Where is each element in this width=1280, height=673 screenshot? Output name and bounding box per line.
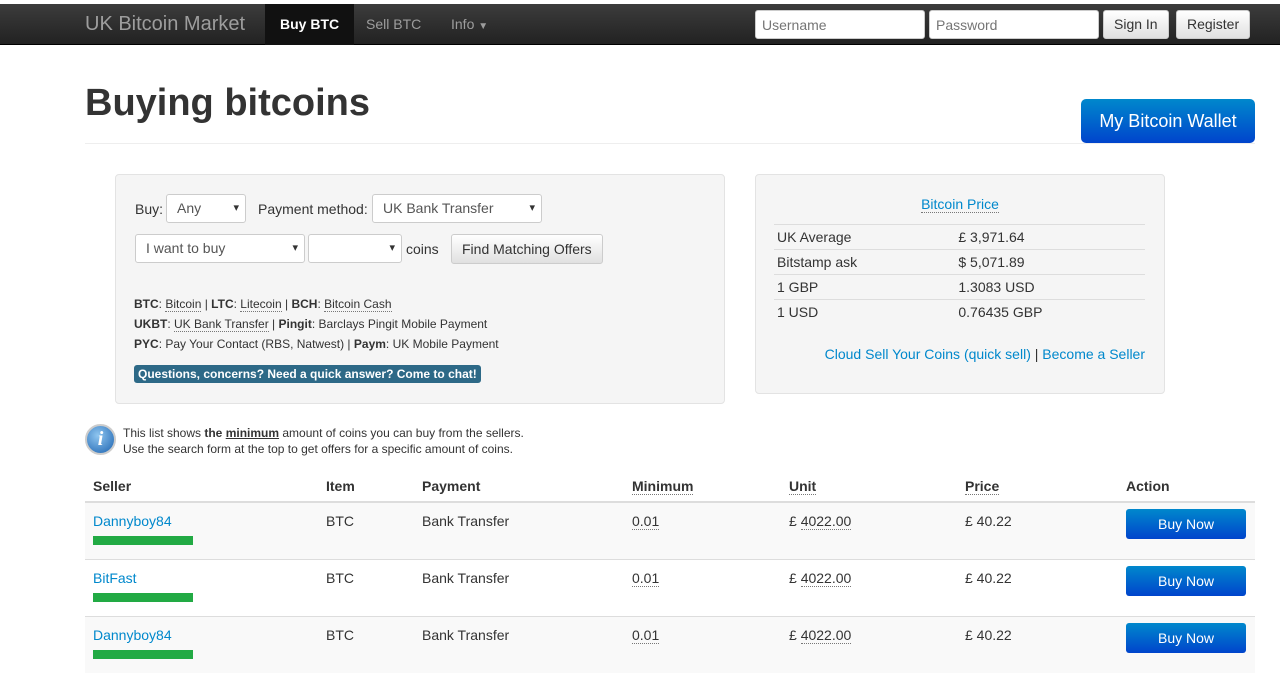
become-seller-link[interactable]: Become a Seller <box>1042 346 1145 362</box>
cloud-sell-link[interactable]: Cloud Sell Your Coins (quick sell) <box>825 346 1031 362</box>
coin-select[interactable]: Any <box>166 194 246 223</box>
page-title: Buying bitcoins <box>85 82 370 124</box>
price-row: 1 USD 0.76435 GBP <box>774 299 1145 325</box>
legend-line-1: BTC: Bitcoin | LTC: Litecoin | BCH: Bitc… <box>134 297 392 312</box>
payment-label: Payment method: <box>258 201 368 217</box>
separator: | <box>1034 346 1039 362</box>
table-row: BitFast BTC Bank Transfer 0.01 £ 4022.00… <box>85 558 1255 616</box>
seller-link[interactable]: Dannyboy84 <box>93 627 172 643</box>
seller-link[interactable]: Dannyboy84 <box>93 513 172 529</box>
seller-rating-bar <box>93 592 193 602</box>
table-row: Dannyboy84 BTC Bank Transfer 0.01 £ 4022… <box>85 501 1255 559</box>
my-bitcoin-wallet-button[interactable]: My Bitcoin Wallet <box>1081 99 1255 143</box>
price-table: UK Average £ 3,971.64 Bitstamp ask $ 5,071… <box>774 224 1145 325</box>
register-button[interactable]: Register <box>1176 10 1251 39</box>
offers-table: Seller Item Payment Minimum Unit Price A… <box>85 470 1255 673</box>
table-row: Dannyboy84 BTC Bank Transfer 0.01 £ 4022… <box>85 615 1255 673</box>
price: £ 40.22 <box>957 501 1118 559</box>
payment: Bank Transfer <box>414 558 624 616</box>
coins-label: coins <box>406 241 439 257</box>
navbar: UK Bitcoin Market Buy BTC Sell BTC Info … <box>0 4 1280 45</box>
amount-input[interactable] <box>308 234 402 263</box>
brand-logo[interactable]: UK Bitcoin Market <box>85 13 245 36</box>
find-matching-offers-button[interactable]: Find Matching Offers <box>451 234 603 264</box>
minimum: 0.01 <box>632 513 660 530</box>
payment: Bank Transfer <box>414 501 624 559</box>
buy-now-button[interactable]: Buy Now <box>1126 509 1246 539</box>
mode-select[interactable]: I want to buy <box>135 234 305 263</box>
buy-now-button[interactable]: Buy Now <box>1126 565 1246 596</box>
item: BTC <box>318 615 414 673</box>
unit-price: 4022.00 <box>800 626 852 644</box>
unit-price: 4022.00 <box>800 513 852 530</box>
payment: Bank Transfer <box>414 615 624 673</box>
seller-link[interactable]: BitFast <box>93 570 137 586</box>
price-row: 1 GBP 1.3083 USD <box>774 274 1145 300</box>
minimum: 0.01 <box>632 569 660 587</box>
search-panel: Buy: Any Payment method: UK Bank Transfe… <box>115 174 725 404</box>
legend-line-3: PYC: Pay Your Contact (RBS, Natwest) | P… <box>134 337 499 351</box>
bitcoin-price-link[interactable]: Bitcoin Price <box>921 196 999 213</box>
nav-buy-btc[interactable]: Buy BTC <box>265 4 355 45</box>
price-panel: Bitcoin Price UK Average £ 3,971.64 Bitst… <box>755 174 1165 394</box>
sign-in-button[interactable]: Sign In <box>1103 10 1169 39</box>
seller-rating-bar <box>93 649 193 659</box>
chat-link[interactable]: Questions, concerns? Need a quick answer… <box>134 365 481 383</box>
username-input[interactable] <box>755 10 925 39</box>
seller-rating-bar <box>93 536 193 545</box>
payment-method-select[interactable]: UK Bank Transfer <box>372 194 542 223</box>
item: BTC <box>318 558 414 616</box>
nav-info[interactable]: Info ▼ <box>436 4 503 45</box>
nav-info-label: Info <box>451 16 475 32</box>
buy-now-button[interactable]: Buy Now <box>1126 622 1246 653</box>
legend-line-2: UKBT: UK Bank Transfer | Pingit: Barclay… <box>134 317 488 332</box>
unit-price: 4022.00 <box>800 569 852 587</box>
minimum: 0.01 <box>632 626 660 644</box>
password-input[interactable] <box>929 10 1099 39</box>
buy-label: Buy: <box>135 201 164 217</box>
caret-down-icon: ▼ <box>478 21 489 32</box>
price: £ 40.22 <box>957 558 1118 616</box>
info-icon: i <box>85 424 116 455</box>
price-row: Bitstamp ask $ 5,071.89 <box>774 249 1145 275</box>
price-row: UK Average £ 3,971.64 <box>774 224 1145 250</box>
nav-sell-btc[interactable]: Sell BTC <box>351 4 436 45</box>
item: BTC <box>318 501 414 559</box>
price: £ 40.22 <box>957 615 1118 673</box>
divider <box>85 143 1255 144</box>
